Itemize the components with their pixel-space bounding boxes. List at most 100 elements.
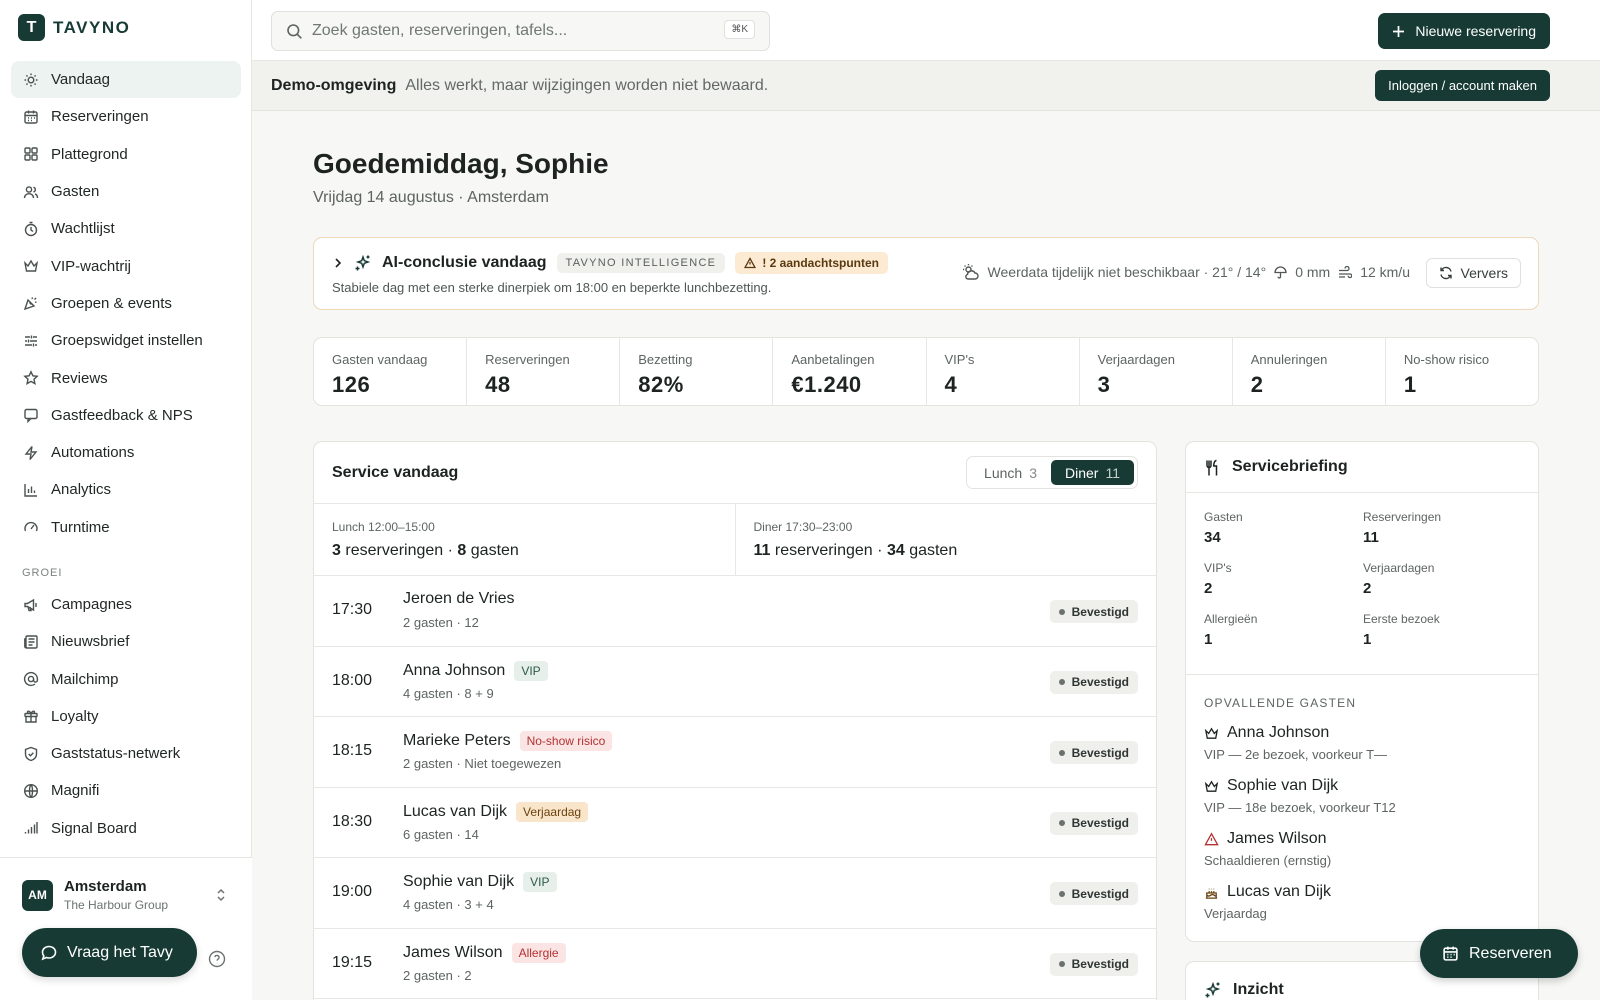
chevron-right-icon[interactable] [332, 257, 344, 269]
tab-count: 3 [1029, 464, 1037, 481]
status-badge[interactable]: Bevestigd [1049, 882, 1138, 905]
bolt-icon [24, 445, 38, 460]
sidebar-item-turntime[interactable]: Turntime [11, 509, 241, 546]
notable-guest-name: Lucas van Dijk [1227, 883, 1332, 900]
sidebar-item-gasten[interactable]: Gasten [11, 173, 241, 210]
kpi-reservations[interactable]: Reserveringen 48 [467, 338, 621, 405]
insight-header[interactable]: Inzicht [1204, 981, 1284, 999]
kpi-occupancy[interactable]: Bezetting 82% [620, 338, 774, 405]
sidebar-item-vip-wachtrij[interactable]: VIP-wachtrij [11, 247, 241, 284]
notable-guest[interactable]: Sophie van Dijk VIP — 18e bezoek, voorke… [1204, 777, 1522, 830]
service-toggle: Lunch 3 Diner 11 [966, 456, 1138, 489]
sidebar-item-label: Campagnes [51, 596, 132, 613]
reservation-row[interactable]: 17:30 Jeroen de Vries 2 gasten · 12 Beve… [314, 576, 1156, 647]
help-circle-icon[interactable] [208, 950, 226, 968]
kpi-birthdays[interactable]: Verjaardagen 3 [1080, 338, 1233, 405]
sidebar-item-plattegrond[interactable]: Plattegrond [11, 136, 241, 173]
new-reservation-button[interactable]: Nieuwe reservering [1378, 13, 1550, 49]
sidebar-item-automations[interactable]: Automations [11, 434, 241, 471]
sidebar-item-mailchimp[interactable]: Mailchimp [11, 660, 241, 697]
lunch-summary[interactable]: Lunch 12:00–15:00 3 reserveringen · 8 ga… [314, 504, 736, 575]
kpi-value: 1 [1403, 372, 1417, 397]
notable-guest[interactable]: James Wilson Schaaldieren (ernstig) [1204, 830, 1522, 883]
umbrella-icon [1274, 265, 1287, 278]
sidebar-item-groepswidget[interactable]: Groepswidget instellen [11, 322, 241, 359]
sidebar-item-analytics[interactable]: Analytics [11, 471, 241, 508]
briefing-title: Servicebriefing [1232, 458, 1348, 475]
location-switcher[interactable]: AM Amsterdam The Harbour Group [22, 878, 168, 912]
kpi-deposits[interactable]: Aanbetalingen €1.240 [773, 338, 927, 405]
chevron-up-down-icon[interactable] [214, 888, 228, 902]
logo[interactable]: T TAVYNO [18, 14, 130, 41]
sun-icon [24, 73, 38, 87]
status-badge[interactable]: Bevestigd [1049, 811, 1138, 835]
brand-name: TAVYNO [53, 17, 131, 37]
briefing-stats: Gasten 34 Reserveringen 11 VIP's 2 Verjaard… [1204, 510, 1522, 648]
sidebar-item-loyalty[interactable]: Loyalty [11, 698, 241, 735]
reservation-time: 19:15 [332, 953, 373, 971]
sidebar-item-groepen-events[interactable]: Groepen & events [11, 285, 241, 322]
kpi-label: No-show risico [1403, 352, 1490, 367]
kpi-vips[interactable]: VIP's 4 [927, 338, 1080, 405]
reservation-row[interactable]: 18:30 Lucas van Dijk Verjaardag 6 gasten … [314, 788, 1156, 858]
search-box[interactable]: ⌘K [271, 11, 770, 51]
reservation-row[interactable]: 18:15 Marieke Peters No-show risico 2 gas… [314, 717, 1156, 788]
sidebar-item-campagnes[interactable]: Campagnes [11, 586, 241, 623]
sidebar: T TAVYNO Vandaag Reserveringen Plattegro… [0, 0, 252, 1000]
login-button[interactable]: Inloggen / account maken [1375, 70, 1550, 101]
sidebar-item-signal-board[interactable]: Signal Board [11, 810, 241, 847]
sidebar-item-label: Magnifi [51, 782, 100, 800]
attention-badge[interactable]: ! 2 aandachtspunten [735, 252, 889, 274]
briefing-stat-vips: VIP's 2 [1204, 561, 1363, 597]
sidebar-item-wachtlijst[interactable]: Wachtlijst [11, 210, 241, 247]
ask-tavy-button[interactable]: Vraag het Tavy [22, 928, 197, 977]
refresh-button[interactable]: Ververs [1425, 258, 1521, 288]
attention-count: ! 2 aandachtspunten [762, 256, 880, 270]
kpi-value: 82% [638, 372, 684, 397]
briefing-stat-label: VIP's [1204, 561, 1232, 575]
sidebar-item-vandaag[interactable]: Vandaag [11, 61, 241, 99]
allergy-badge: Allergie [511, 942, 566, 963]
tab-diner[interactable]: Diner 11 [1050, 460, 1134, 485]
kpi-guests-today[interactable]: Gasten vandaag 126 [314, 338, 468, 405]
reservation-row[interactable]: 19:00 Sophie van Dijk VIP 4 gasten · 3 + … [314, 858, 1156, 929]
reservation-time: 18:15 [332, 742, 373, 759]
star-icon [23, 370, 39, 385]
ai-summary-header[interactable]: AI-conclusie vandaag TAVYNO INTELLIGENCE… [332, 252, 889, 274]
notable-guest[interactable]: Anna Johnson VIP — 2e bezoek, voorkeur T… [1204, 724, 1522, 777]
guest-name-line: Marieke Peters No-show risico [403, 731, 613, 751]
tab-lunch[interactable]: Lunch 3 [970, 460, 1051, 485]
kpi-no-show-risk[interactable]: No-show risico 1 [1386, 338, 1538, 405]
kpi-cancellations[interactable]: Annuleringen 2 [1233, 338, 1386, 405]
sidebar-item-nieuwsbrief[interactable]: Nieuwsbrief [11, 623, 241, 660]
guest-name-line: Anna Johnson VIP [403, 660, 548, 681]
status-badge[interactable]: Bevestigd [1049, 670, 1138, 694]
shield-icon [24, 746, 38, 761]
sidebar-item-magnifi[interactable]: Magnifi [11, 772, 241, 809]
sidebar-footer: AM Amsterdam The Harbour Group Vraag het… [0, 857, 252, 1000]
sidebar-item-reserveringen[interactable]: Reserveringen [11, 98, 241, 135]
sidebar-item-reviews[interactable]: Reviews [11, 359, 241, 396]
signal-icon [24, 822, 38, 834]
wind-icon [1339, 265, 1353, 278]
guest-name: Anna Johnson [403, 661, 506, 679]
service-split: Lunch 12:00–15:00 3 reserveringen · 8 ga… [314, 504, 1156, 576]
dinner-guest-word: gasten [909, 542, 958, 559]
dinner-summary[interactable]: Diner 17:30–23:00 11 reserveringen · 34 … [736, 504, 1157, 575]
search-input[interactable] [312, 22, 712, 40]
notable-guest-detail: Verjaardag [1204, 906, 1267, 921]
status-dot [1058, 608, 1065, 615]
search-icon [287, 23, 302, 39]
briefing-stat-label: Verjaardagen [1363, 561, 1435, 575]
message-icon [24, 409, 38, 424]
status-badge[interactable]: Bevestigd [1049, 952, 1138, 976]
status-badge[interactable]: Bevestigd [1049, 600, 1138, 623]
sidebar-item-gaststatus[interactable]: Gaststatus-netwerk [11, 735, 241, 772]
users-icon [23, 185, 39, 198]
reserve-button[interactable]: Reserveren [1420, 929, 1578, 978]
status-badge[interactable]: Bevestigd [1049, 741, 1138, 764]
reservation-list: 17:30 Jeroen de Vries 2 gasten · 12 Beve… [314, 576, 1156, 999]
reservation-row[interactable]: 18:00 Anna Johnson VIP 4 gasten · 8 + 9 B… [314, 647, 1156, 717]
sidebar-item-gastfeedback[interactable]: Gastfeedback & NPS [11, 397, 241, 434]
reservation-row[interactable]: 19:15 James Wilson Allergie 2 gasten · 2 … [314, 929, 1156, 999]
